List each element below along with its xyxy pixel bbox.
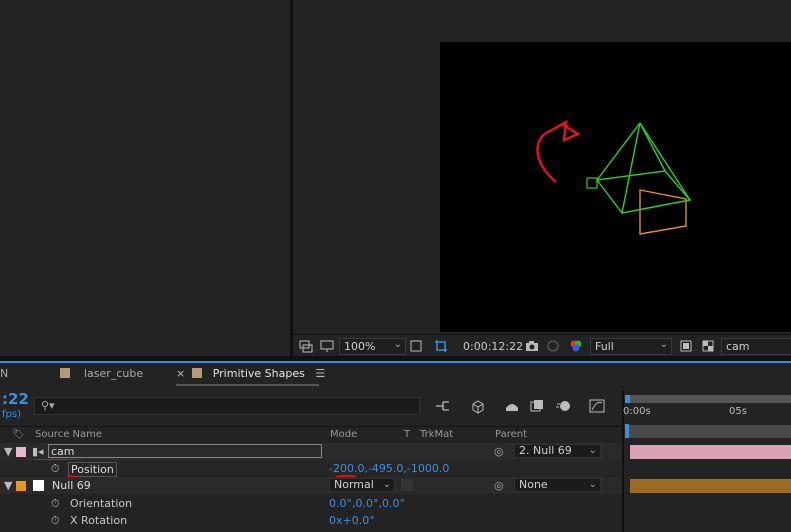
active-panel-highlight [0,361,791,363]
preserve-transparency-box[interactable] [401,479,413,491]
layer-search-input[interactable]: ⚲▾ [34,397,420,415]
column-parent[interactable]: Parent [495,429,527,440]
null-layer-icon [33,480,44,491]
stopwatch-icon[interactable]: ⏱ [51,514,60,528]
parent-value: None [519,478,548,491]
graph-editor-icon[interactable] [588,398,606,414]
comp-flowchart-icon[interactable] [434,398,452,414]
frustum-edge [639,122,691,201]
menu-icon[interactable]: ☰ [315,367,325,380]
active-camera-dropdown[interactable]: cam [721,338,791,355]
stopwatch-icon[interactable]: ⏱ [51,462,60,476]
active-tab-underline [176,384,319,386]
blend-mode-dropdown[interactable]: Normal ⌄ [329,478,395,492]
zoom-value: 100% [344,340,376,353]
parent-dropdown[interactable]: 2. Null 69 ⌄ [514,444,601,458]
camera-snapshot-icon[interactable] [525,339,539,353]
layer-row-null-69[interactable]: ▼ Null 69 Normal ⌄ ◎ None ⌄ [0,477,622,494]
region-icon[interactable] [679,339,693,353]
transparency-grid-icon[interactable] [701,339,715,353]
color-swatch [192,368,203,378]
column-mode[interactable]: Mode [330,429,357,440]
tab-laser-cube[interactable]: laser_cube [60,367,143,383]
color-swatch [60,368,70,378]
column-trkmat[interactable]: TrkMat [420,429,453,440]
motion-blur-icon[interactable] [555,398,573,414]
region-of-interest-icon[interactable] [434,339,448,353]
show-snapshot-icon[interactable] [546,339,560,353]
resolution-value: Full [595,340,614,353]
frame-blending-icon[interactable] [528,398,546,414]
orange-plane [639,189,687,235]
playhead-marker[interactable] [625,424,629,438]
annotation-curve [536,128,557,183]
monitor-icon[interactable] [320,339,334,353]
pickwhip-icon[interactable]: ◎ [494,445,504,458]
color-channels-icon[interactable] [569,339,583,353]
property-row-orientation[interactable]: ⏱ Orientation 0.0°,0.0°,0.0° [0,495,622,512]
composition-canvas[interactable] [440,42,791,332]
layer-header-row: 🏷 Source Name Mode T TrkMat Parent [0,426,622,442]
search-icon: ⚲▾ [41,399,55,412]
frustum-edge [596,122,641,181]
project-panel [0,0,290,356]
column-t[interactable]: T [404,429,410,440]
fit-icon[interactable] [409,339,423,353]
orientation-value[interactable]: 0.0°,0.0°,0.0° [329,497,405,510]
close-icon[interactable]: × [176,367,185,380]
frustum-edge [639,122,666,172]
layer-name-field[interactable]: cam [48,444,322,458]
chevron-down-icon: ⌄ [659,339,668,350]
wireframe-scene [536,119,692,235]
frustum-edge [621,122,641,214]
null-69-layer-track[interactable] [630,479,791,493]
property-name: X Rotation [70,514,128,527]
current-timecode[interactable]: 0:00:12:22 [463,340,523,353]
preview-options-icon[interactable] [299,339,313,353]
tab-n[interactable]: N [0,367,8,383]
camera-value: cam [726,340,750,353]
property-name: Orientation [70,497,133,510]
label-color[interactable] [16,481,26,491]
stopwatch-icon[interactable]: ⏱ [51,497,60,511]
fps-label: fps) [2,409,21,420]
timeline-timecode[interactable]: :22 [2,390,29,408]
property-row-x-rotation[interactable]: ⏱ X Rotation 0x+0.0° [0,512,622,529]
tab-label: Primitive Shapes [212,367,305,380]
pickwhip-icon[interactable]: ◎ [494,479,504,492]
zoom-dropdown[interactable]: 100% ⌄ [339,338,406,355]
camera-layer-icon: ▮◂ [32,445,44,458]
mode-value: Normal [334,478,374,491]
chevron-down-icon: ⌄ [382,479,391,490]
tab-label: N [0,367,9,380]
expand-arrow-icon[interactable]: ▼ [4,479,12,492]
chevron-down-icon: ⌄ [393,339,402,350]
shy-layers-icon[interactable] [503,398,521,414]
ruler-label-start: 0:00s [623,406,651,417]
cam-layer-track[interactable] [630,445,791,459]
layer-name[interactable]: Null 69 [52,479,91,492]
parent-dropdown[interactable]: None ⌄ [514,478,601,492]
ruler-label-5s: 05s [729,406,747,417]
chevron-down-icon: ⌄ [588,479,597,490]
draft-3d-icon[interactable] [468,398,486,414]
work-area-bar[interactable] [625,395,791,403]
viewer-toolbar: 100% ⌄ 0:00:12:22 Full ⌄ cam [293,334,791,356]
label-color[interactable] [16,447,26,457]
x-rotation-value[interactable]: 0x+0.0° [329,514,375,527]
label-tag-icon: 🏷 [12,429,25,440]
camera-icon-box [586,177,598,189]
resolution-dropdown[interactable]: Full ⌄ [590,338,672,355]
work-area-start-handle[interactable] [625,395,630,403]
time-navigator[interactable] [626,425,791,438]
expand-arrow-icon[interactable]: ▼ [4,445,12,458]
annotation-arrowhead [551,119,581,142]
tab-label: laser_cube [84,367,144,380]
parent-value: 2. Null 69 [519,444,572,457]
tab-primitive-shapes[interactable]: × Primitive Shapes ☰ [176,367,325,383]
column-source-name[interactable]: Source Name [35,429,102,440]
chevron-down-icon: ⌄ [588,445,597,456]
